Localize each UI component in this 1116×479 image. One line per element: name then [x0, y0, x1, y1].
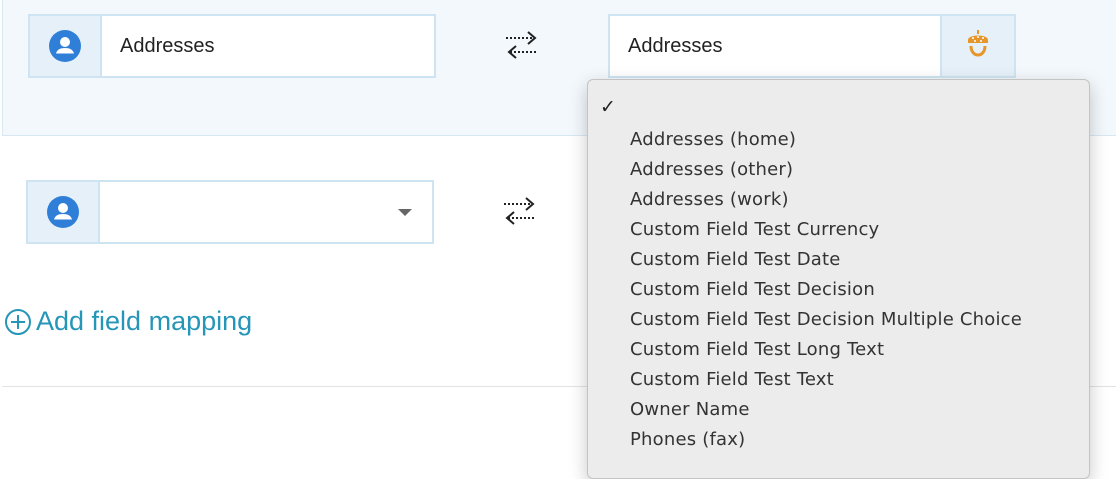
- source-icon-cell: [28, 182, 100, 242]
- menu-item-addresses-work[interactable]: Addresses (work): [630, 185, 1022, 215]
- menu-item-owner-name[interactable]: Owner Name: [630, 395, 1022, 425]
- source-icon-cell: [30, 16, 102, 76]
- menu-item-custom-currency[interactable]: Custom Field Test Currency: [630, 215, 1022, 245]
- menu-item-custom-decision-multiple[interactable]: Custom Field Test Decision Multiple Choi…: [630, 305, 1022, 335]
- person-circle-icon: [47, 196, 79, 228]
- acorn-icon: [968, 30, 988, 57]
- plus-circle-icon: [5, 308, 31, 335]
- menu-item-addresses-other[interactable]: Addresses (other): [630, 155, 1022, 185]
- target-field-row-1[interactable]: Addresses: [608, 14, 1016, 78]
- menu-item-custom-text[interactable]: Custom Field Test Text: [630, 365, 1022, 395]
- target-field-value: Addresses: [628, 34, 723, 57]
- source-field-value: Addresses: [120, 34, 215, 57]
- menu-item-custom-decision[interactable]: Custom Field Test Decision: [630, 275, 1022, 305]
- selected-check-icon[interactable]: ✓: [600, 96, 616, 118]
- swap-arrows-icon: [504, 197, 536, 225]
- menu-item-custom-date[interactable]: Custom Field Test Date: [630, 245, 1022, 275]
- target-field-dropdown-menu: ✓ Addresses (home) Addresses (other) Add…: [587, 79, 1090, 479]
- source-field-row-1[interactable]: Addresses: [28, 14, 436, 78]
- person-circle-icon: [49, 30, 81, 62]
- add-field-mapping-button[interactable]: Add field mapping: [4, 306, 252, 337]
- menu-item-addresses-home[interactable]: Addresses (home): [630, 125, 1022, 155]
- menu-item-custom-long-text[interactable]: Custom Field Test Long Text: [630, 335, 1022, 365]
- add-field-mapping-label: Add field mapping: [36, 306, 253, 336]
- source-select-row-2[interactable]: [26, 180, 434, 244]
- dropdown-options: Addresses (home) Addresses (other) Addre…: [630, 125, 1022, 455]
- swap-arrows-icon: [506, 31, 538, 59]
- source-select-value: [100, 182, 398, 242]
- target-icon-cell: [940, 16, 1014, 76]
- menu-item-phones-fax[interactable]: Phones (fax): [630, 425, 1022, 455]
- caret-down-icon[interactable]: [398, 208, 412, 216]
